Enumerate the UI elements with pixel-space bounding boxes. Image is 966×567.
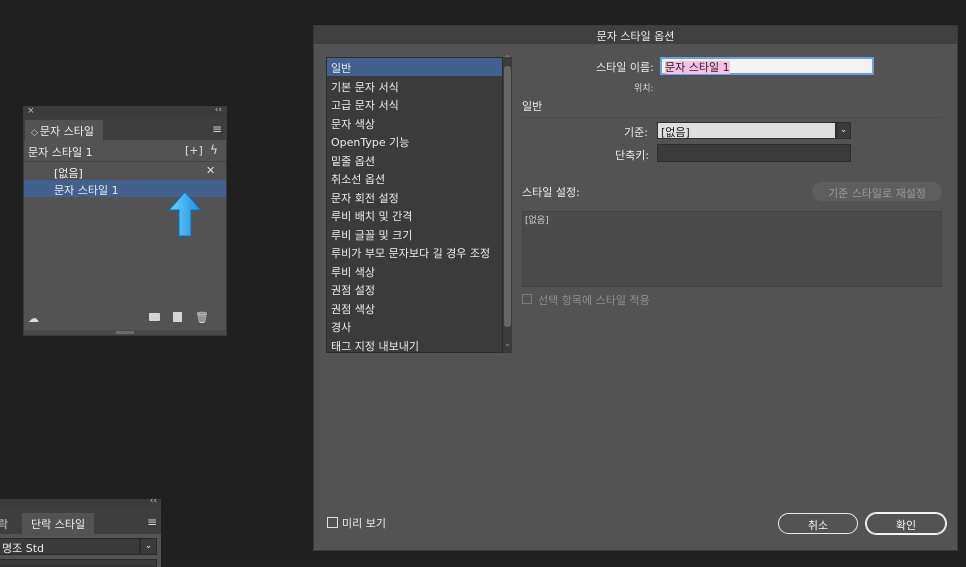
resize-handle[interactable] bbox=[24, 330, 226, 335]
close-icon[interactable]: × bbox=[27, 106, 35, 116]
location-label: 위치: bbox=[634, 84, 654, 94]
chevron-icon: ◇ bbox=[31, 128, 38, 138]
font-style-select[interactable] bbox=[0, 559, 157, 567]
category-item[interactable]: 루비 색상 bbox=[327, 262, 503, 280]
category-item[interactable]: 루비가 부모 문자보다 길 경우 조정 bbox=[327, 243, 503, 261]
paragraph-styles-panel: ‹‹ 락 단락 스타일 ≡ 명조 Std ⌄ bbox=[0, 496, 161, 567]
panel-menu-icon[interactable]: ≡ bbox=[147, 515, 157, 529]
panel-title-bar: × ‹‹ bbox=[24, 105, 226, 118]
style-list-item[interactable]: [없음] bbox=[24, 163, 226, 180]
style-name-input[interactable]: 문자 스타일 1 bbox=[660, 57, 874, 75]
divider bbox=[24, 161, 226, 162]
new-group-icon[interactable]: [+] bbox=[185, 144, 203, 157]
tab-paragraph-styles[interactable]: 단락 스타일 bbox=[22, 513, 94, 534]
dialog-title: 문자 스타일 옵션 bbox=[314, 26, 957, 44]
quick-apply-icon[interactable]: ϟ bbox=[210, 143, 218, 157]
new-style-icon[interactable] bbox=[173, 312, 182, 322]
section-header-general: 일반 bbox=[522, 100, 543, 113]
category-list[interactable]: 일반 기본 문자 서식 고급 문자 서식 문자 색상 OpenType 기능 밑… bbox=[326, 57, 512, 353]
scroll-thumb[interactable] bbox=[504, 66, 511, 327]
arrow-up-icon bbox=[167, 191, 203, 237]
category-item[interactable]: 권점 색상 bbox=[327, 299, 503, 317]
tab-label: 문자 스타일 bbox=[39, 125, 95, 138]
panel-title-bar: ‹‹ bbox=[0, 496, 161, 508]
category-item[interactable]: 밑줄 옵션 bbox=[327, 151, 503, 169]
shortcut-label: 단축키: bbox=[615, 149, 650, 162]
shortcut-input[interactable] bbox=[657, 144, 851, 162]
chevron-down-icon[interactable]: ⌄ bbox=[836, 122, 851, 139]
based-on-label: 기준: bbox=[624, 126, 648, 139]
category-scrollbar[interactable]: ⌃ ⌄ bbox=[502, 54, 512, 353]
collapse-icon[interactable]: ‹‹ bbox=[215, 105, 222, 115]
ok-button[interactable]: 확인 bbox=[866, 513, 946, 534]
apply-to-selection-label: 선택 항목에 스타일 적용 bbox=[538, 294, 650, 307]
clear-override-icon[interactable]: ✕ bbox=[206, 164, 215, 177]
style-settings-text: [없음] bbox=[525, 216, 549, 226]
chevron-down-icon[interactable]: ⌄ bbox=[140, 538, 157, 555]
collapse-icon[interactable]: ‹‹ bbox=[150, 496, 157, 506]
style-name-label: 스타일 이름: bbox=[596, 61, 654, 74]
category-item[interactable]: 고급 문자 서식 bbox=[327, 95, 503, 113]
category-item[interactable]: 루비 배치 및 간격 bbox=[327, 206, 503, 224]
scroll-down-icon[interactable]: ⌄ bbox=[504, 339, 511, 348]
font-select[interactable]: 명조 Std bbox=[0, 538, 140, 555]
scroll-up-icon[interactable]: ⌃ bbox=[504, 54, 511, 63]
category-item[interactable]: OpenType 기능 bbox=[327, 132, 503, 150]
style-name-value: 문자 스타일 1 bbox=[665, 61, 730, 74]
character-style-options-dialog: 문자 스타일 옵션 일반 기본 문자 서식 고급 문자 서식 문자 색상 Ope… bbox=[313, 25, 958, 551]
reset-to-base-button[interactable]: 기준 스타일로 재설정 bbox=[812, 182, 942, 201]
tab-character-styles[interactable]: ◇ 문자 스타일 bbox=[25, 120, 103, 140]
category-item[interactable]: 권점 설정 bbox=[327, 280, 503, 298]
category-item[interactable]: 태그 지정 내보내기 bbox=[327, 336, 503, 353]
category-item[interactable]: 문자 색상 bbox=[327, 114, 503, 132]
panel-menu-icon[interactable]: ≡ bbox=[212, 122, 222, 136]
category-item-general[interactable]: 일반 bbox=[327, 58, 503, 76]
divider bbox=[522, 117, 942, 118]
preview-label: 미리 보기 bbox=[342, 517, 386, 530]
cloud-library-icon[interactable]: ☁ bbox=[28, 312, 39, 325]
style-settings-box: [없음] bbox=[522, 211, 942, 287]
category-item[interactable]: 취소선 옵션 bbox=[327, 169, 503, 187]
trash-icon[interactable]: 🗑 bbox=[195, 311, 209, 324]
apply-to-selection-checkbox[interactable] bbox=[522, 294, 532, 304]
folder-icon[interactable] bbox=[149, 313, 160, 321]
panel-tab-row: ◇ 문자 스타일 ≡ bbox=[24, 118, 226, 140]
category-item[interactable]: 문자 회전 설정 bbox=[327, 188, 503, 206]
tab-paragraph[interactable]: 락 bbox=[0, 513, 20, 534]
grip-icon bbox=[116, 331, 134, 334]
based-on-select[interactable]: [없음] bbox=[657, 122, 836, 139]
current-style-label: 문자 스타일 1 bbox=[28, 146, 93, 159]
category-item[interactable]: 기본 문자 서식 bbox=[327, 77, 503, 95]
category-item[interactable]: 루비 글꼴 및 크기 bbox=[327, 225, 503, 243]
panel-tab-row: 락 단락 스타일 ≡ bbox=[0, 508, 161, 534]
style-settings-label: 스타일 설정: bbox=[522, 186, 580, 199]
cancel-button[interactable]: 취소 bbox=[778, 513, 858, 534]
category-item[interactable]: 경사 bbox=[327, 317, 503, 335]
preview-checkbox[interactable] bbox=[327, 517, 338, 528]
